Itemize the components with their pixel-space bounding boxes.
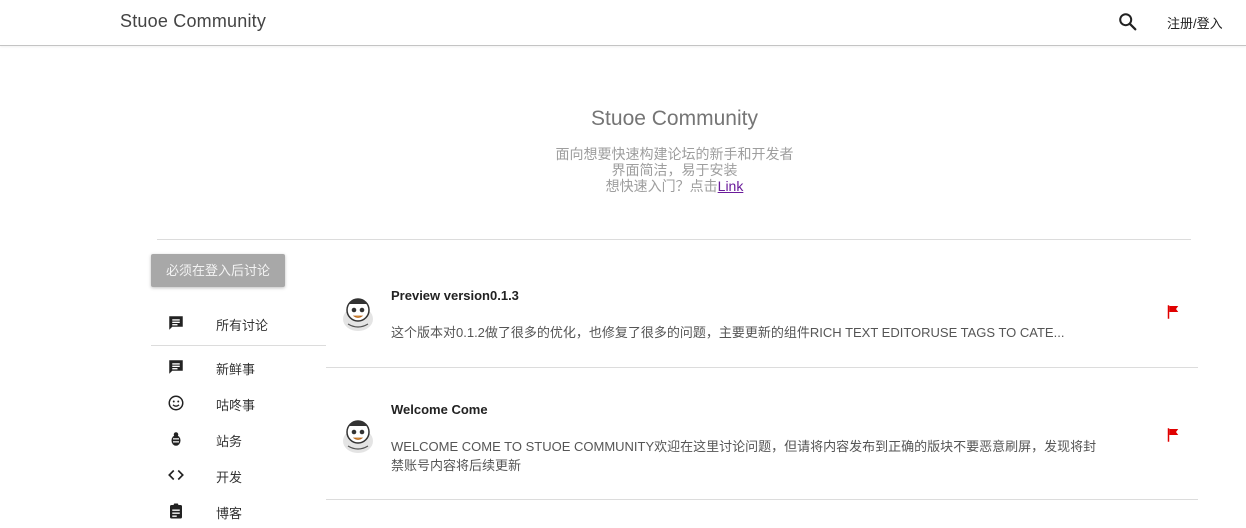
hero-subtitle-line-1: 面向想要快速构建论坛的新手和开发者: [555, 146, 794, 162]
sidebar-item-label: 所有讨论: [216, 318, 269, 333]
hero-quickstart-text: 想快速入门？点击: [605, 178, 718, 194]
sidebar-item-label: 博客: [216, 506, 243, 521]
post-title[interactable]: Preview version0.1.3: [391, 288, 519, 303]
post-item[interactable]: Welcome Come WELCOME COME TO STUOE COMMU…: [326, 394, 1198, 498]
sidebar-item-site-affairs[interactable]: 站务: [151, 421, 326, 457]
hero-divider: [157, 239, 1191, 240]
sidebar-item-label: 站务: [216, 434, 243, 449]
clipboard-icon: [167, 502, 185, 520]
hero-quickstart-link[interactable]: Link: [718, 178, 744, 194]
bug-icon: [167, 430, 185, 448]
avatar: [341, 294, 375, 332]
register-login-link[interactable]: 注册/登入: [1167, 13, 1223, 32]
post-excerpt-line-2: 禁账号内容将后续更新: [391, 458, 522, 473]
post-divider: [326, 499, 1198, 500]
post-excerpt: 这个版本对0.1.2做了很多的优化，也修复了很多的问题，主要更新的组件RICH …: [391, 325, 1065, 340]
avatar: [341, 416, 375, 454]
brand-title[interactable]: Stuoe Community: [120, 11, 266, 32]
flag-icon[interactable]: [1164, 303, 1182, 321]
code-icon: [167, 466, 185, 484]
post-excerpt-line-1: WELCOME COME TO STUOE COMMUNITY欢迎在这里讨论问题…: [391, 439, 1097, 454]
hero-subtitle-line-2: 界面简洁，易于安装: [611, 162, 738, 178]
hero-title: Stuoe Community: [591, 107, 758, 130]
post-item[interactable]: Preview version0.1.3 这个版本对0.1.2做了很多的优化，也…: [326, 280, 1198, 366]
search-icon[interactable]: [1117, 11, 1139, 33]
sidebar-item-news[interactable]: 新鲜事: [151, 349, 326, 385]
hero-subtitle-line-3: 想快速入门？点击Link: [0, 178, 1246, 194]
chat-icon: [167, 358, 185, 376]
sidebar-item-development[interactable]: 开发: [151, 457, 326, 493]
sidebar-item-label: 新鲜事: [216, 362, 256, 377]
post-divider: [326, 367, 1198, 368]
sidebar-item-gudong[interactable]: 咕咚事: [151, 385, 326, 421]
sidebar-divider: [151, 345, 326, 346]
chat-icon: [167, 314, 185, 332]
top-app-bar: Stuoe Community 注册/登入: [0, 0, 1246, 46]
sidebar-item-label: 开发: [216, 470, 243, 485]
sidebar-item-label: 咕咚事: [216, 398, 256, 413]
must-login-button[interactable]: 必须在登入后讨论: [151, 254, 285, 287]
emoji-icon: [167, 394, 185, 412]
sidebar-item-blog[interactable]: 博客: [151, 493, 326, 528]
post-title[interactable]: Welcome Come: [391, 402, 488, 417]
sidebar-item-all-discussions[interactable]: 所有讨论: [151, 305, 326, 341]
flag-icon[interactable]: [1164, 426, 1182, 444]
